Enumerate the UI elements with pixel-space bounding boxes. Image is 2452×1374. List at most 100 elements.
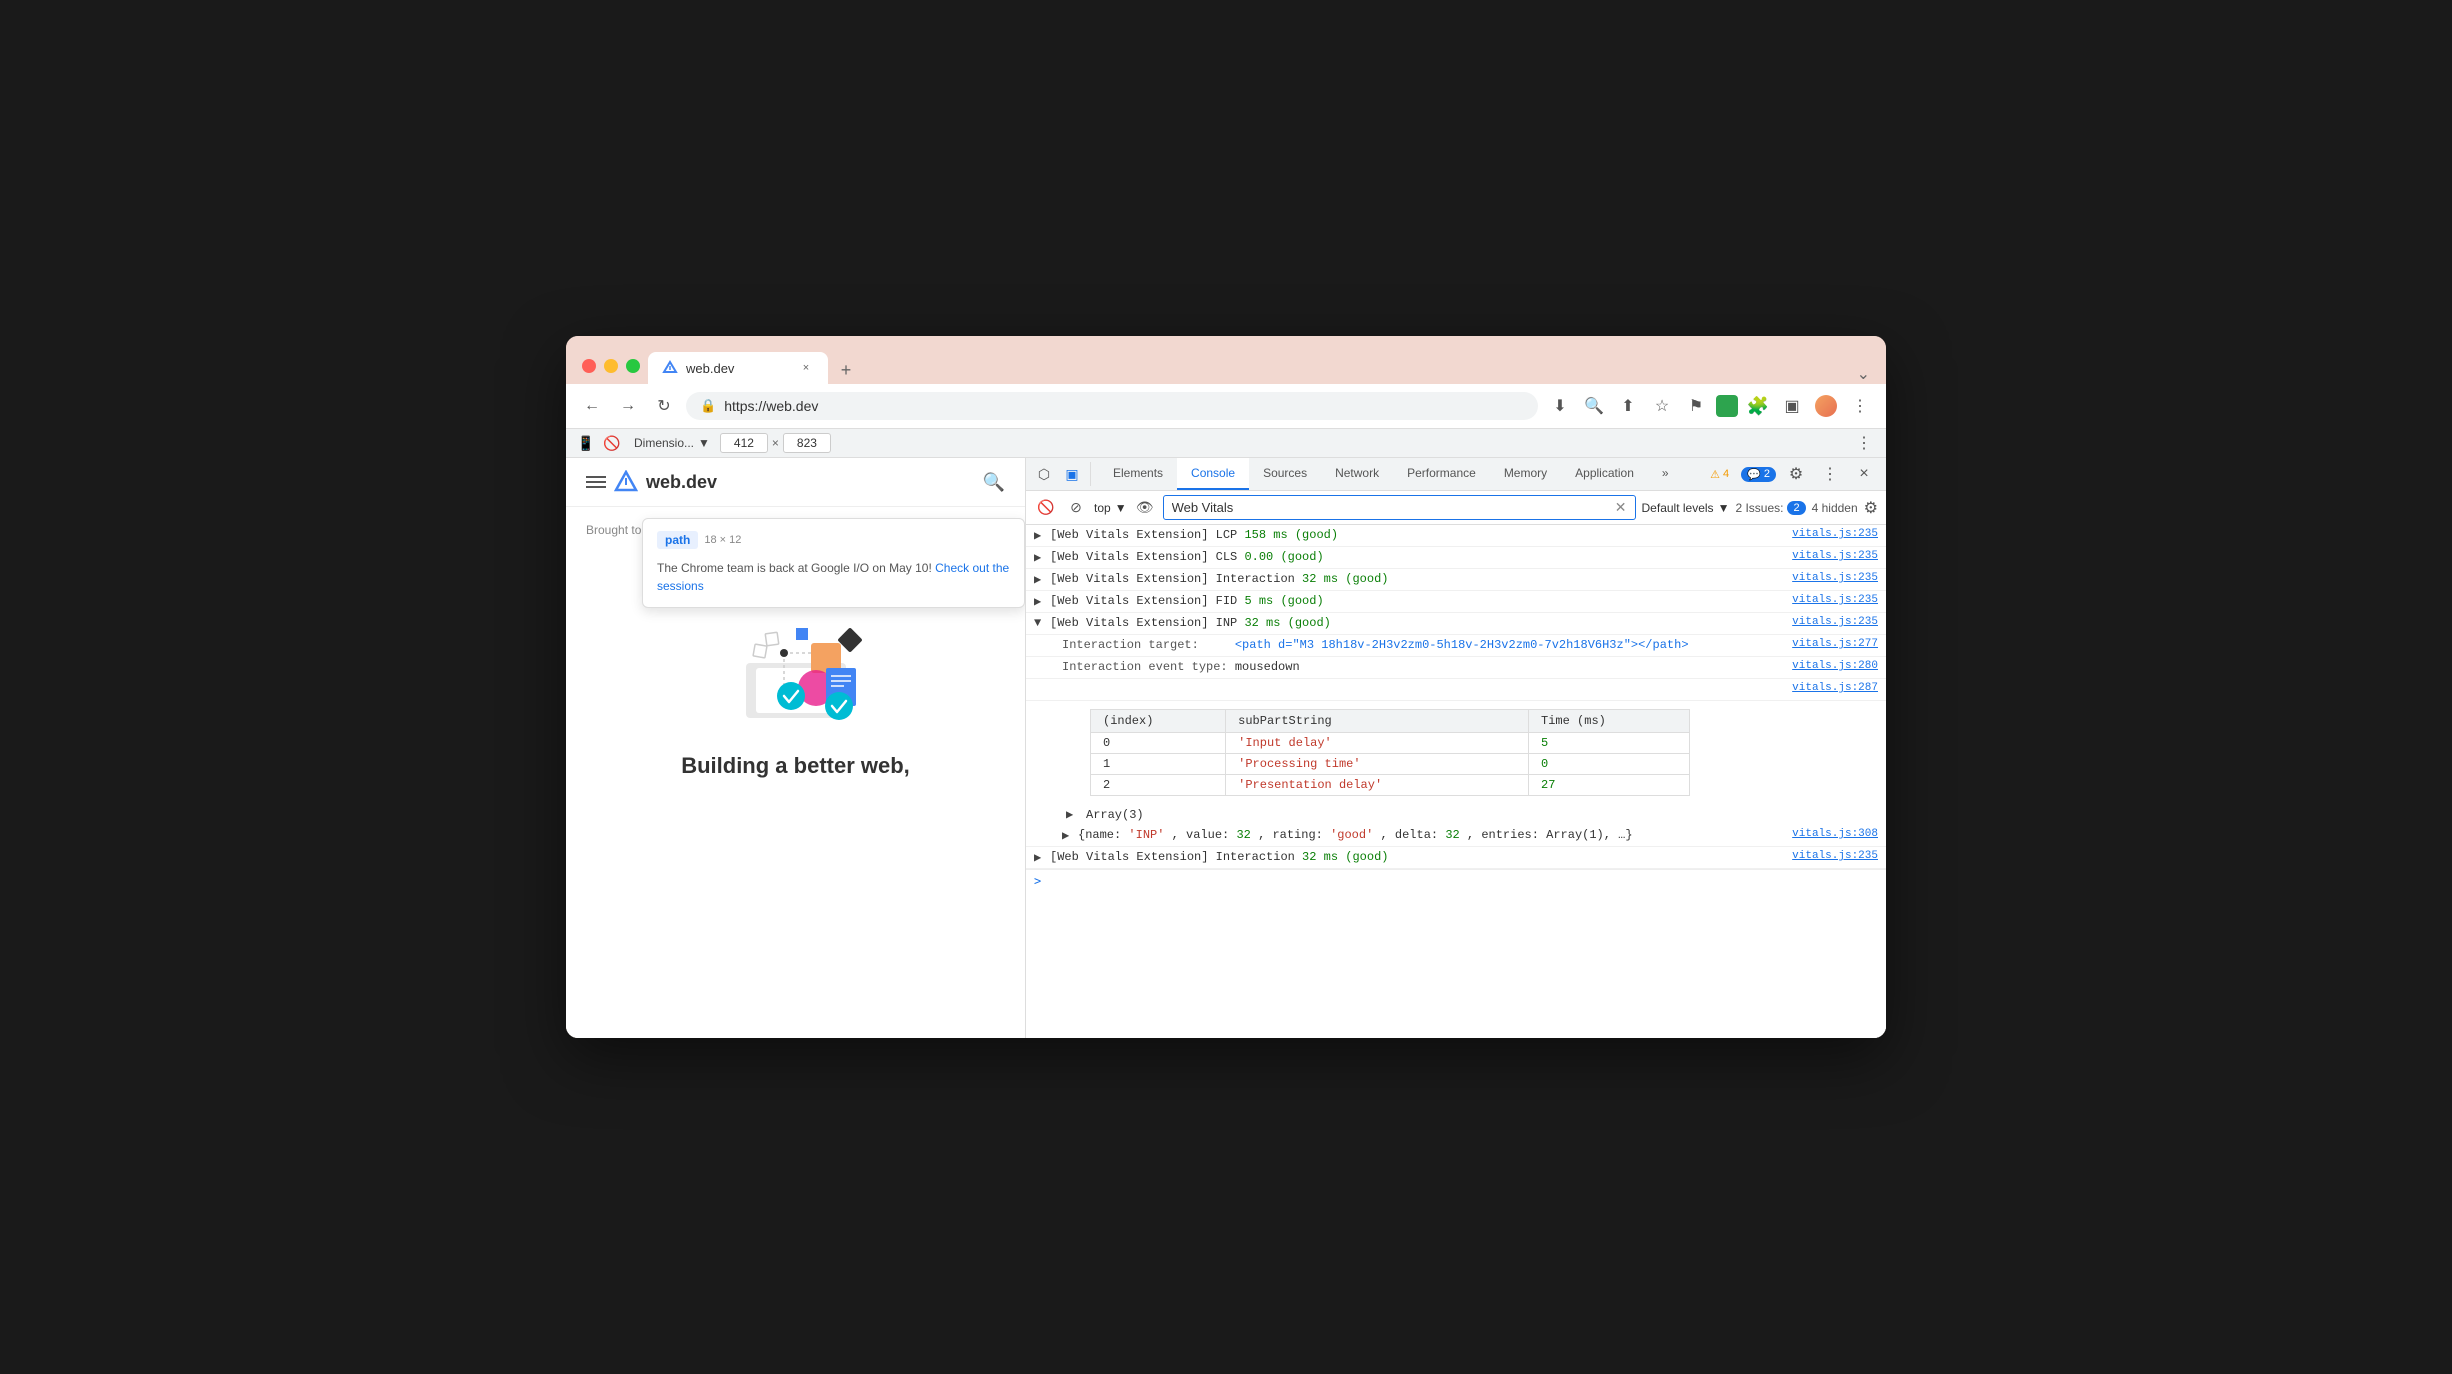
tab-network[interactable]: Network <box>1321 458 1393 490</box>
cell-subpart-0: 'Input delay' <box>1226 733 1529 754</box>
share-icon[interactable]: ⬆ <box>1614 392 1642 420</box>
source-link-target[interactable]: vitals.js:277 <box>1792 638 1878 650</box>
address-bar[interactable]: 🔒 https://web.dev <box>686 392 1538 420</box>
new-tab-button[interactable]: + <box>832 356 860 384</box>
array-expand-icon[interactable]: ▶ <box>1066 807 1078 822</box>
console-entry-interaction1[interactable]: ▶ [Web Vitals Extension] Interaction 32 … <box>1026 569 1886 591</box>
close-button[interactable] <box>582 359 596 373</box>
source-link-fid[interactable]: vitals.js:235 <box>1792 594 1878 606</box>
download-icon[interactable]: ⬇ <box>1546 392 1574 420</box>
width-input[interactable] <box>720 433 768 453</box>
tab-close-button[interactable]: × <box>798 360 814 376</box>
console-search-input[interactable] <box>1172 500 1609 515</box>
webpage-content: web.dev 🔍 path 18 × 12 The Chrome team i… <box>566 458 1025 1038</box>
source-link-event[interactable]: vitals.js:280 <box>1792 660 1878 672</box>
source-link-inp[interactable]: vitals.js:235 <box>1792 616 1878 628</box>
source-link-object[interactable]: vitals.js:308 <box>1792 828 1878 840</box>
menu-icon[interactable] <box>586 476 606 488</box>
zoom-icon[interactable]: 🔍 <box>1580 392 1608 420</box>
source-link-interaction2[interactable]: vitals.js:235 <box>1792 850 1878 862</box>
tab-elements[interactable]: Elements <box>1099 458 1177 490</box>
page-heading: Building a better web, <box>586 753 1005 779</box>
console-entry-fid[interactable]: ▶ [Web Vitals Extension] FID 5 ms (good)… <box>1026 591 1886 613</box>
tab-console[interactable]: Console <box>1177 458 1249 490</box>
device-select[interactable]: Dimensio... ▼ <box>626 432 718 454</box>
entry-expand-icon[interactable]: ▶ <box>1034 550 1046 565</box>
entry-expand-icon[interactable]: ▶ <box>1034 594 1046 609</box>
console-clear-button[interactable]: 🚫 <box>1034 496 1058 520</box>
devtools-more-icon[interactable]: ⋮ <box>1816 460 1844 488</box>
extensions-icon[interactable]: 🧩 <box>1744 392 1772 420</box>
console-entry-inp[interactable]: ▼ [Web Vitals Extension] INP 32 ms (good… <box>1026 613 1886 635</box>
console-entry-cls[interactable]: ▶ [Web Vitals Extension] CLS 0.00 (good)… <box>1026 547 1886 569</box>
menu-icon[interactable]: ⋮ <box>1846 392 1874 420</box>
height-input[interactable] <box>783 433 831 453</box>
tab-memory[interactable]: Memory <box>1490 458 1561 490</box>
search-clear-icon[interactable]: ✕ <box>1615 499 1627 516</box>
console-settings-icon[interactable]: ⚙ <box>1864 498 1878 518</box>
warning-badge: ⚠ 4 <box>1704 466 1735 483</box>
device-toolbar: 📱 🚫 Dimensio... ▼ × ⋮ <box>566 429 1886 458</box>
entry-expand-icon[interactable]: ▶ <box>1034 572 1046 587</box>
console-search-box[interactable]: ✕ <box>1163 495 1636 520</box>
reload-button[interactable]: ↻ <box>650 392 678 420</box>
green-square-button[interactable] <box>1716 395 1738 417</box>
more-options-icon[interactable]: ⋮ <box>1850 429 1878 457</box>
window-chevron-icon[interactable]: ⌄ <box>1857 364 1870 384</box>
log-levels-selector[interactable]: Default levels ▼ <box>1642 501 1730 515</box>
search-button[interactable]: 🔍 <box>983 472 1005 493</box>
table-row-0: 0 'Input delay' 5 <box>1091 733 1690 754</box>
tab-sources[interactable]: Sources <box>1249 458 1321 490</box>
col-index: (index) <box>1091 710 1226 733</box>
source-link-interaction1[interactable]: vitals.js:235 <box>1792 572 1878 584</box>
issues-button[interactable]: 2 Issues: 2 <box>1735 501 1805 515</box>
source-link-cls[interactable]: vitals.js:235 <box>1792 550 1878 562</box>
console-toolbar: 🚫 ⊘ top ▼ 👁 ✕ Default levels ▼ 2 Issues: <box>1026 491 1886 525</box>
tag-name: path <box>657 531 698 549</box>
traffic-lights <box>582 359 640 373</box>
table-row-2: 2 'Presentation delay' 27 <box>1091 775 1690 796</box>
avatar-icon[interactable] <box>1812 392 1840 420</box>
forward-button[interactable]: → <box>614 392 642 420</box>
object-entry[interactable]: ▶ {name: 'INP' , value: 32 , rating: 'go… <box>1026 825 1886 847</box>
devtools-close-icon[interactable]: × <box>1850 460 1878 488</box>
console-input-line[interactable]: > <box>1026 869 1886 892</box>
logo-icon <box>614 470 638 494</box>
console-stop-icon[interactable]: ⊘ <box>1064 496 1088 520</box>
bookmark-icon[interactable]: ☆ <box>1648 392 1676 420</box>
tag-dimensions: 18 × 12 <box>704 534 741 546</box>
source-link-blank[interactable]: vitals.js:287 <box>1792 682 1878 694</box>
warning-icon: ⚠ <box>1710 468 1720 481</box>
console-entry-interaction2[interactable]: ▶ [Web Vitals Extension] Interaction 32 … <box>1026 847 1886 869</box>
hidden-count: 4 hidden <box>1812 501 1858 515</box>
inspect-icon[interactable]: ⬡ <box>1032 462 1056 486</box>
devtools-settings-icon[interactable]: ⚙ <box>1782 460 1810 488</box>
issues-label: 2 Issues: <box>1735 501 1783 515</box>
array-entry[interactable]: ▶ Array(3) <box>1026 804 1886 825</box>
tab-performance[interactable]: Performance <box>1393 458 1490 490</box>
object-expand-icon[interactable]: ▶ <box>1062 828 1074 843</box>
stop-icon[interactable]: 🚫 <box>600 431 624 455</box>
title-bar: web.dev × + ⌄ <box>566 336 1886 384</box>
entry-collapse-icon[interactable]: ▼ <box>1034 616 1046 630</box>
popup-message: The Chrome team is back at Google I/O on… <box>657 559 1010 595</box>
device-toggle-icon[interactable]: 📱 <box>574 431 598 455</box>
more-tabs-button[interactable]: » <box>1648 458 1683 490</box>
tab-application[interactable]: Application <box>1561 458 1648 490</box>
back-button[interactable]: ← <box>578 392 606 420</box>
browser-tab[interactable]: web.dev × <box>648 352 828 384</box>
eye-icon[interactable]: 👁 <box>1133 496 1157 520</box>
console-output[interactable]: ▶ [Web Vitals Extension] LCP 158 ms (goo… <box>1026 525 1886 1038</box>
console-entry-lcp[interactable]: ▶ [Web Vitals Extension] LCP 158 ms (goo… <box>1026 525 1886 547</box>
cell-subpart-1: 'Processing time' <box>1226 754 1529 775</box>
context-selector[interactable]: top ▼ <box>1094 501 1127 515</box>
sidebar-icon[interactable]: ▣ <box>1778 392 1806 420</box>
source-link-lcp[interactable]: vitals.js:235 <box>1792 528 1878 540</box>
entry-expand-icon[interactable]: ▶ <box>1034 850 1046 865</box>
device-chevron-icon: ▼ <box>698 436 710 450</box>
maximize-button[interactable] <box>626 359 640 373</box>
entry-expand-icon[interactable]: ▶ <box>1034 528 1046 543</box>
minimize-button[interactable] <box>604 359 618 373</box>
device-mode-icon[interactable]: ▣ <box>1060 462 1084 486</box>
flag-icon[interactable]: ⚑ <box>1682 392 1710 420</box>
